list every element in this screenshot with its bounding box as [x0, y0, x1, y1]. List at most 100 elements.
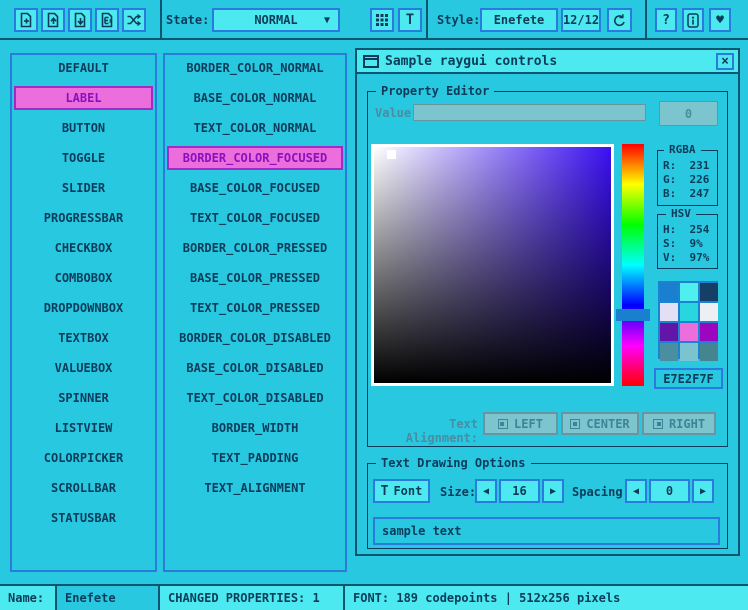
control-item[interactable]: TOGGLE	[14, 146, 153, 170]
palette-swatch[interactable]	[680, 343, 698, 361]
save-file-button[interactable]	[68, 8, 92, 32]
arrow-right-icon: ▶	[550, 486, 556, 497]
hue-bar-handle[interactable]	[616, 309, 650, 321]
close-window-button[interactable]: ×	[716, 53, 734, 70]
style-count-value: 12/12	[563, 13, 599, 27]
spacing-increase-button[interactable]: ▶	[692, 479, 714, 503]
size-increase-button[interactable]: ▶	[542, 479, 564, 503]
randomize-style-button[interactable]	[122, 8, 146, 32]
palette-swatch[interactable]	[700, 343, 718, 361]
state-dropdown[interactable]: NORMAL ▼	[212, 8, 340, 32]
control-item-selected[interactable]: LABEL	[14, 86, 153, 110]
controls-list: DEFAULT LABEL BUTTON TOGGLE SLIDER PROGR…	[10, 53, 157, 572]
align-center-button[interactable]: CENTER	[561, 412, 639, 435]
property-item[interactable]: TEXT_PADDING	[167, 446, 343, 470]
property-item[interactable]: BORDER_COLOR_NORMAL	[167, 56, 343, 80]
palette-swatch[interactable]	[680, 303, 698, 321]
new-file-button[interactable]	[14, 8, 38, 32]
hex-color-textbox[interactable]: E7E2F7F	[654, 368, 723, 389]
property-item[interactable]: BORDER_WIDTH	[167, 416, 343, 440]
info-icon	[686, 13, 700, 28]
size-decrease-button[interactable]: ◀	[475, 479, 497, 503]
help-button[interactable]: ?	[655, 8, 677, 32]
sample-text-textbox[interactable]: sample text	[373, 517, 720, 545]
palette-swatch[interactable]	[680, 323, 698, 341]
window-titlebar[interactable]: Sample raygui controls ×	[357, 50, 738, 74]
property-item[interactable]: BASE_COLOR_DISABLED	[167, 356, 343, 380]
property-item[interactable]: TEXT_COLOR_NORMAL	[167, 116, 343, 140]
control-item[interactable]: DROPDOWNBOX	[14, 296, 153, 320]
control-item[interactable]: BUTTON	[14, 116, 153, 140]
color-panel-marker[interactable]	[387, 150, 396, 159]
text-t-icon: T	[406, 12, 414, 28]
property-item[interactable]: TEXT_COLOR_PRESSED	[167, 296, 343, 320]
property-item[interactable]: BASE_COLOR_FOCUSED	[167, 176, 343, 200]
export-file-button[interactable]	[95, 8, 119, 32]
control-item[interactable]: COMBOBOX	[14, 266, 153, 290]
state-dropdown-value: NORMAL	[254, 13, 297, 27]
spacing-valuebox[interactable]: 0	[649, 479, 690, 503]
changed-properties-status: CHANGED PROPERTIES: 1	[160, 586, 345, 610]
palette-swatch[interactable]	[660, 343, 678, 361]
palette-swatch[interactable]	[700, 323, 718, 341]
control-item[interactable]: CHECKBOX	[14, 236, 153, 260]
font-info-text: FONT: 189 codepoints | 512x256 pixels	[353, 591, 620, 605]
color-palette	[658, 281, 718, 359]
show-controls-table-button[interactable]	[370, 8, 394, 32]
palette-swatch[interactable]	[660, 323, 678, 341]
control-item[interactable]: TEXTBOX	[14, 326, 153, 350]
control-item[interactable]: LISTVIEW	[14, 416, 153, 440]
property-item-selected[interactable]: BORDER_COLOR_FOCUSED	[167, 146, 343, 170]
property-item[interactable]: TEXT_ALIGNMENT	[167, 476, 343, 500]
property-editor-title: Property Editor	[376, 84, 494, 98]
hue-bar[interactable]	[622, 144, 644, 386]
control-item[interactable]: COLORPICKER	[14, 446, 153, 470]
font-settings-button[interactable]: T	[398, 8, 422, 32]
property-item[interactable]: TEXT_COLOR_DISABLED	[167, 386, 343, 410]
property-item[interactable]: BASE_COLOR_NORMAL	[167, 86, 343, 110]
style-name-textbox[interactable]: Enefete	[57, 586, 160, 610]
align-left-button[interactable]: LEFT	[483, 412, 558, 435]
align-right-button[interactable]: RIGHT	[642, 412, 716, 435]
properties-list: BORDER_COLOR_NORMAL BASE_COLOR_NORMAL TE…	[163, 53, 347, 572]
property-item[interactable]: BORDER_COLOR_DISABLED	[167, 326, 343, 350]
control-item[interactable]: STATUSBAR	[14, 506, 153, 530]
size-value: 16	[512, 484, 526, 498]
window-title: Sample raygui controls	[385, 54, 557, 69]
hsv-group: HSV H: 254 S: 9% V: 97%	[657, 214, 718, 269]
align-center-icon	[570, 419, 580, 429]
value-valuebox[interactable]: 0	[659, 101, 718, 126]
style-count-valuebox[interactable]: 12/12	[561, 8, 601, 32]
about-button[interactable]	[682, 8, 704, 32]
control-item[interactable]: SLIDER	[14, 176, 153, 200]
rgba-title: RGBA	[664, 143, 701, 156]
state-label: State:	[166, 13, 209, 27]
size-valuebox[interactable]: 16	[499, 479, 540, 503]
style-name-button[interactable]: Enefete	[480, 8, 558, 32]
open-file-button[interactable]	[41, 8, 65, 32]
palette-swatch[interactable]	[680, 283, 698, 301]
style-name-text: Enefete	[65, 591, 116, 605]
spacing-decrease-button[interactable]: ◀	[625, 479, 647, 503]
changed-properties-text: CHANGED PROPERTIES: 1	[168, 591, 320, 605]
palette-swatch[interactable]	[700, 303, 718, 321]
control-item[interactable]: SPINNER	[14, 386, 153, 410]
font-info-status: FONT: 189 codepoints | 512x256 pixels	[345, 586, 748, 610]
property-item[interactable]: BASE_COLOR_PRESSED	[167, 266, 343, 290]
property-item[interactable]: BORDER_COLOR_PRESSED	[167, 236, 343, 260]
palette-swatch[interactable]	[660, 283, 678, 301]
control-item[interactable]: PROGRESSBAR	[14, 206, 153, 230]
align-left-text: LEFT	[514, 417, 543, 431]
font-button[interactable]: T Font	[373, 479, 430, 503]
color-panel[interactable]	[371, 144, 614, 386]
property-item[interactable]: TEXT_COLOR_FOCUSED	[167, 206, 343, 230]
palette-swatch[interactable]	[660, 303, 678, 321]
reload-style-button[interactable]	[607, 8, 632, 32]
sponsor-button[interactable]: ♥	[709, 8, 731, 32]
control-item[interactable]: SCROLLBAR	[14, 476, 153, 500]
control-item[interactable]: DEFAULT	[14, 56, 153, 80]
control-item[interactable]: VALUEBOX	[14, 356, 153, 380]
value-slider[interactable]	[413, 104, 646, 121]
palette-swatch[interactable]	[700, 283, 718, 301]
arrow-right-icon: ▶	[700, 486, 706, 497]
